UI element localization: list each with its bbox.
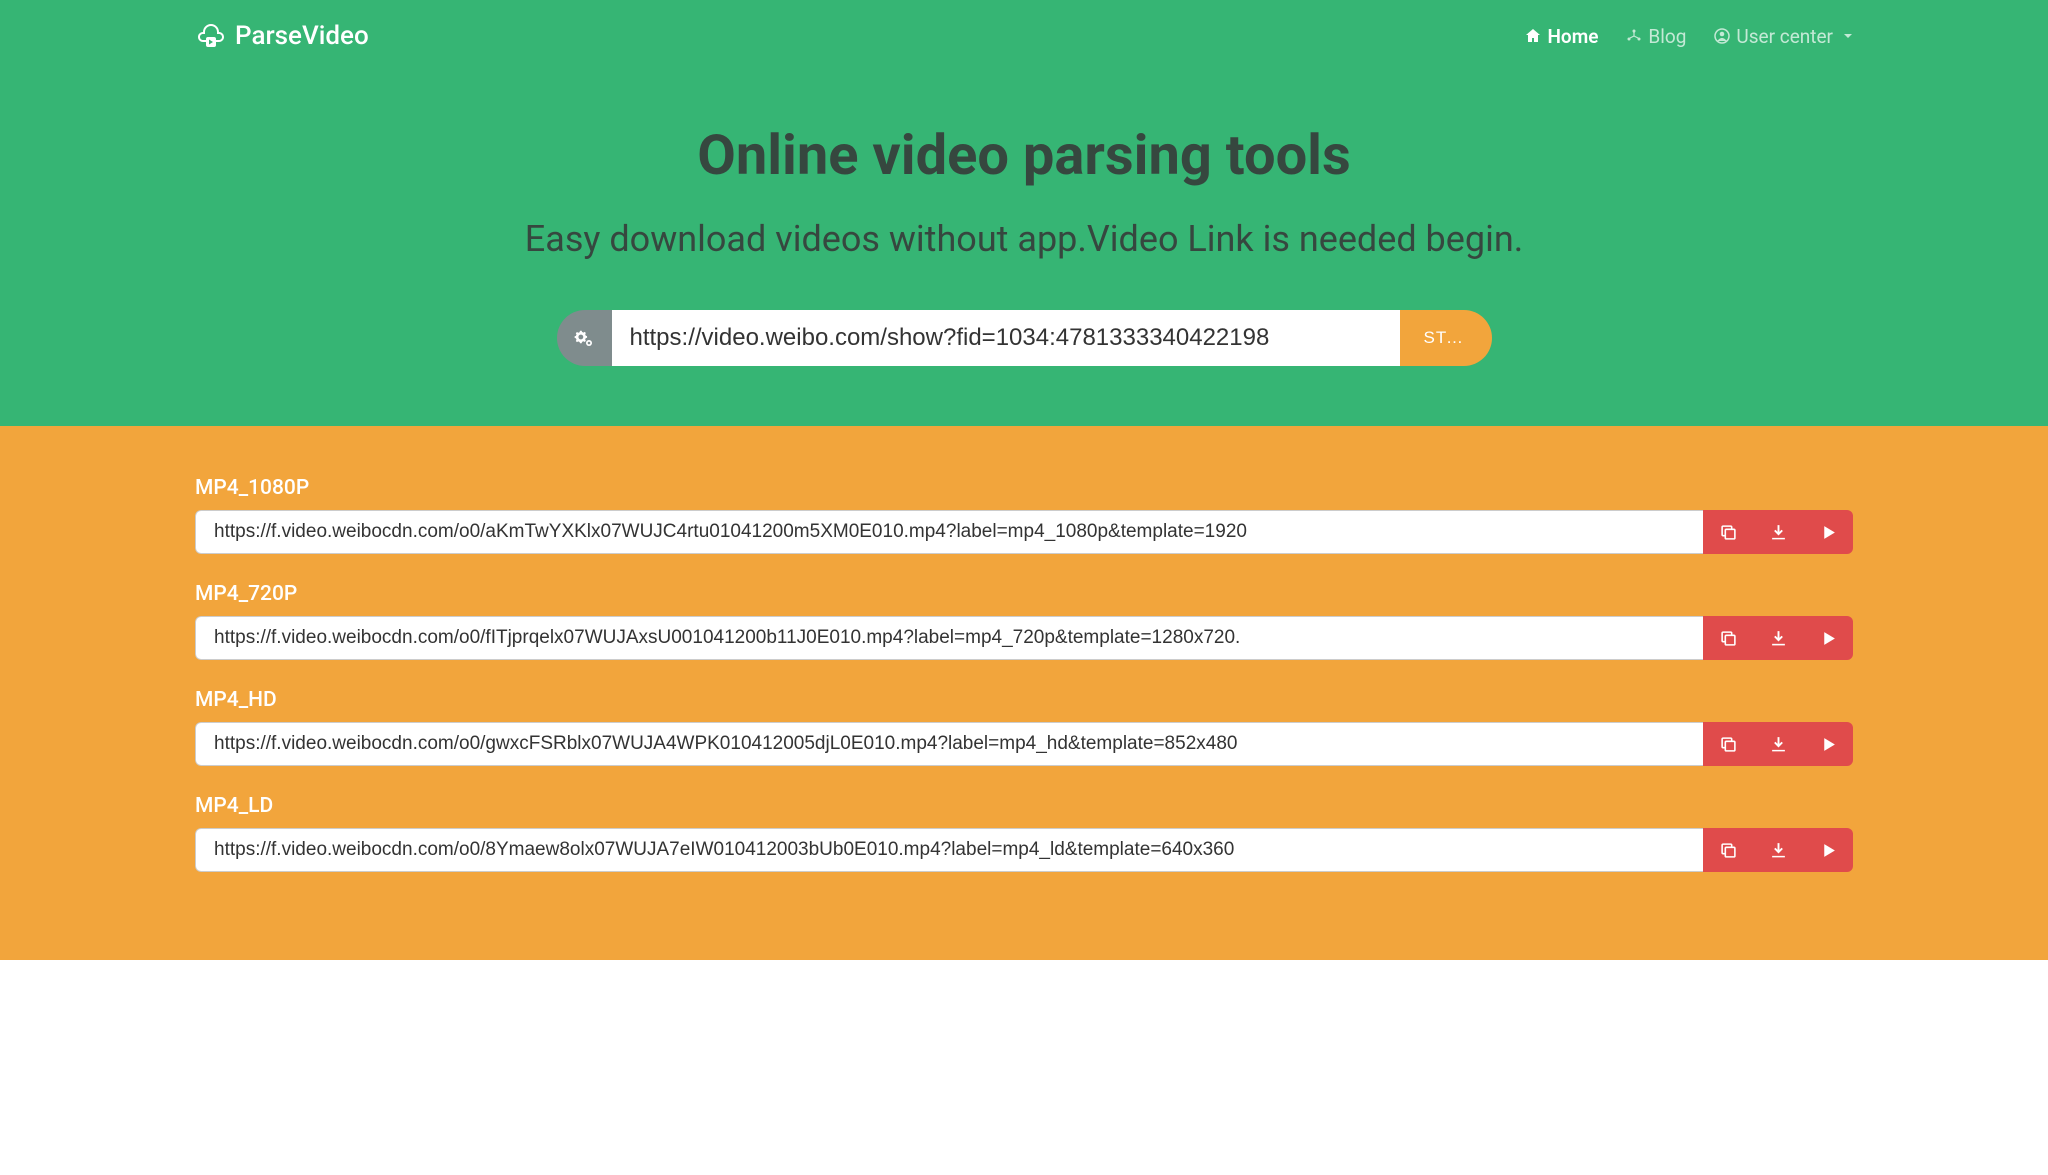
copy-button[interactable] — [1703, 828, 1753, 872]
url-input-group: START... — [557, 310, 1492, 366]
home-icon — [1525, 28, 1541, 44]
download-icon — [1770, 736, 1787, 753]
download-button[interactable] — [1753, 510, 1803, 554]
copy-button[interactable] — [1703, 616, 1753, 660]
page-subtitle: Easy download videos without app.Video L… — [0, 218, 2048, 260]
download-icon — [1770, 842, 1787, 859]
download-button[interactable] — [1753, 828, 1803, 872]
result-label: MP4_HD — [195, 688, 1853, 712]
nav-user-center-label: User center — [1736, 25, 1833, 48]
result-block: MP4_LD — [195, 794, 1853, 872]
result-block: MP4_HD — [195, 688, 1853, 766]
brand-name: ParseVideo — [235, 21, 369, 51]
play-button[interactable] — [1803, 510, 1853, 554]
gears-icon — [574, 328, 594, 348]
spark-icon — [1626, 28, 1642, 44]
play-button[interactable] — [1803, 616, 1853, 660]
video-url-input[interactable] — [612, 310, 1400, 366]
play-button[interactable] — [1803, 722, 1853, 766]
play-icon — [1820, 842, 1837, 859]
chevron-down-icon — [1843, 31, 1853, 41]
nav-home[interactable]: Home — [1525, 25, 1598, 48]
play-icon — [1820, 630, 1837, 647]
result-url-input[interactable] — [195, 616, 1703, 660]
settings-prefix[interactable] — [557, 310, 612, 366]
play-icon — [1820, 524, 1837, 541]
play-icon — [1820, 736, 1837, 753]
result-url-input[interactable] — [195, 510, 1703, 554]
result-url-input[interactable] — [195, 722, 1703, 766]
copy-icon — [1720, 524, 1737, 541]
download-button[interactable] — [1753, 722, 1803, 766]
nav-home-label: Home — [1547, 25, 1598, 48]
nav-links: Home Blog User center — [1525, 25, 1853, 48]
nav-user-center[interactable]: User center — [1714, 25, 1853, 48]
result-block: MP4_1080P — [195, 476, 1853, 554]
start-button[interactable]: START... — [1400, 310, 1492, 366]
copy-button[interactable] — [1703, 510, 1753, 554]
result-label: MP4_LD — [195, 794, 1853, 818]
download-icon — [1770, 630, 1787, 647]
result-label: MP4_1080P — [195, 476, 1853, 500]
result-url-input[interactable] — [195, 828, 1703, 872]
copy-icon — [1720, 630, 1737, 647]
page-title: Online video parsing tools — [0, 122, 2048, 188]
download-button[interactable] — [1753, 616, 1803, 660]
hero-content: Online video parsing tools Easy download… — [0, 72, 2048, 366]
copy-button[interactable] — [1703, 722, 1753, 766]
play-button[interactable] — [1803, 828, 1853, 872]
nav-blog[interactable]: Blog — [1626, 25, 1686, 48]
cloud-play-icon — [195, 20, 227, 52]
navbar: ParseVideo Home Blog U — [0, 0, 2048, 72]
brand-logo[interactable]: ParseVideo — [195, 20, 369, 52]
copy-icon — [1720, 842, 1737, 859]
result-block: MP4_720P — [195, 582, 1853, 660]
user-icon — [1714, 28, 1730, 44]
result-label: MP4_720P — [195, 582, 1853, 606]
results-section: MP4_1080P MP4_720P — [0, 426, 2048, 960]
download-icon — [1770, 524, 1787, 541]
copy-icon — [1720, 736, 1737, 753]
nav-blog-label: Blog — [1648, 25, 1686, 48]
